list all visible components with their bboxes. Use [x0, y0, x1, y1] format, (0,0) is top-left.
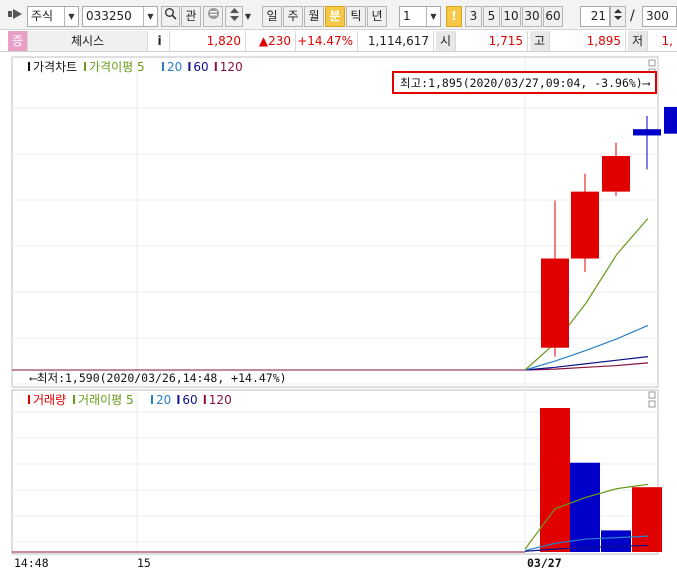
volume-panel-maximize-icon[interactable] — [648, 400, 656, 408]
legend-swatch — [162, 62, 164, 71]
x-axis-label: 03/27 — [527, 556, 562, 570]
volume-bar — [601, 530, 631, 552]
x-axis-label: 15 — [137, 556, 151, 570]
legend-label: 가격차트 — [33, 60, 77, 74]
quote-info-row: 증 체시스 i 1,820 ▲230 +14.47% 1,114,617 시 1… — [0, 30, 677, 52]
interval-value: 1 — [403, 9, 411, 23]
spin-dropdown-icon[interactable]: ▼ — [243, 7, 253, 26]
minute-badge-label: ! — [451, 9, 457, 23]
info-button[interactable]: i — [150, 31, 170, 51]
price-change-percent: +14.47% — [296, 31, 358, 51]
low-annotation: ⟵최저:1,590(2020/03/26,14:48, +14.47%) — [29, 371, 287, 385]
candle-body — [541, 258, 569, 348]
minute-step-10[interactable]: 10 — [501, 6, 521, 27]
period-tab-5[interactable]: 년 — [367, 6, 387, 27]
info-icon: i — [157, 34, 162, 48]
minute-badge[interactable]: ! — [446, 6, 462, 27]
legend-label: 60 — [193, 60, 208, 74]
period-tab-1[interactable]: 주 — [283, 6, 303, 27]
legend-swatch — [203, 395, 206, 404]
stepper-arrows-icon — [614, 9, 622, 20]
candle-body — [602, 155, 630, 192]
high-annotation: 최고:1,895(2020/03/27,09:04, -3.96%)⟶ — [400, 76, 651, 90]
chart-toolbar: 주식 ▼ 033250 ▼ 관 ▼ 일주월분틱년 1 ▼ ! 3 5 10 30 60 … — [0, 0, 677, 30]
stock-name-label: 체시스 — [70, 34, 105, 48]
minute-step-60[interactable]: 60 — [543, 6, 563, 27]
legend-label: 120 — [220, 60, 243, 74]
x-axis: 14:48 15 03/27 — [14, 556, 562, 570]
period-tab-2[interactable]: 월 — [304, 6, 324, 27]
minute-step-30[interactable]: 30 — [522, 6, 542, 27]
legend-swatch — [28, 395, 30, 404]
period-tab-3[interactable]: 분 — [325, 6, 345, 27]
magnifier-icon — [165, 8, 177, 20]
updown-arrow-icon — [229, 8, 239, 21]
link-arrow-icon — [8, 9, 22, 19]
low-label: 저 — [628, 31, 648, 51]
price-panel-close-icon[interactable] — [648, 59, 656, 67]
spin-updown-button[interactable] — [225, 6, 243, 27]
legend-label: 20 — [156, 393, 171, 407]
minute-step-3[interactable]: 3 — [465, 6, 482, 27]
open-value: 1,715 — [456, 31, 528, 51]
legend-label: 20 — [167, 60, 182, 74]
period-tab-4[interactable]: 틱 — [346, 6, 366, 27]
legend-swatch — [214, 62, 217, 71]
legend-label: 가격이평 5 — [89, 60, 145, 74]
trade-volume: 1,114,617 — [358, 31, 434, 51]
count-value: 21 — [590, 9, 606, 23]
legend-label: 60 — [182, 393, 197, 407]
stack-icon — [207, 8, 219, 19]
volume-panel-close-icon[interactable] — [648, 391, 656, 399]
link-icon[interactable] — [6, 6, 26, 27]
legend-swatch — [151, 395, 153, 404]
high-value: 1,895 — [550, 31, 626, 51]
count-input[interactable]: 21 — [580, 6, 610, 27]
count-separator: / — [630, 8, 635, 24]
price-change: ▲230 — [246, 31, 296, 51]
group-button[interactable] — [203, 6, 223, 27]
candle-body — [664, 106, 677, 134]
stock-name[interactable]: 체시스 — [28, 31, 148, 51]
open-label: 시 — [436, 31, 456, 51]
count-stepper[interactable] — [610, 6, 626, 27]
volume-bar — [540, 408, 570, 552]
total-input[interactable]: 300 — [642, 6, 677, 27]
margin-badge: 증 — [8, 31, 28, 51]
stock-code-value: 033250 — [86, 9, 132, 23]
chart-area[interactable]: 가격차트 가격이평 5 20 60 120 거래량 거래이평 5 20 60 120 최고:1,… — [0, 52, 677, 572]
legend-swatch — [188, 62, 191, 71]
legend-swatch — [177, 395, 180, 404]
volume-bar — [632, 487, 662, 552]
legend-label: 거래이평 5 — [78, 393, 134, 407]
minute-step-5[interactable]: 5 — [483, 6, 500, 27]
chart-canvas[interactable]: 가격차트 가격이평 5 20 60 120 거래량 거래이평 5 20 60 120 최고:1,… — [0, 52, 677, 572]
legend-label: 거래량 — [33, 393, 66, 407]
low-value: 1, — [661, 34, 673, 48]
watchlist-label: 관 — [185, 9, 197, 23]
legend-swatch — [73, 395, 75, 404]
interval-dropdown-icon[interactable]: ▼ — [426, 7, 440, 26]
market-dropdown-icon[interactable]: ▼ — [64, 7, 78, 26]
market-select-value: 주식 — [31, 9, 54, 23]
legend-swatch — [84, 62, 86, 71]
high-label: 고 — [530, 31, 550, 51]
search-button[interactable] — [161, 6, 180, 27]
candle-body — [571, 191, 599, 259]
period-tab-0[interactable]: 일 — [262, 6, 282, 27]
candle-body — [633, 129, 661, 136]
code-dropdown-icon[interactable]: ▼ — [143, 7, 157, 26]
current-price: 1,820 — [172, 31, 246, 51]
x-axis-label: 14:48 — [14, 556, 49, 570]
watchlist-button[interactable]: 관 — [181, 6, 201, 27]
total-value: 300 — [646, 9, 669, 23]
margin-badge-label: 증 — [11, 34, 24, 48]
legend-swatch — [28, 62, 30, 71]
legend-label: 120 — [209, 393, 232, 407]
